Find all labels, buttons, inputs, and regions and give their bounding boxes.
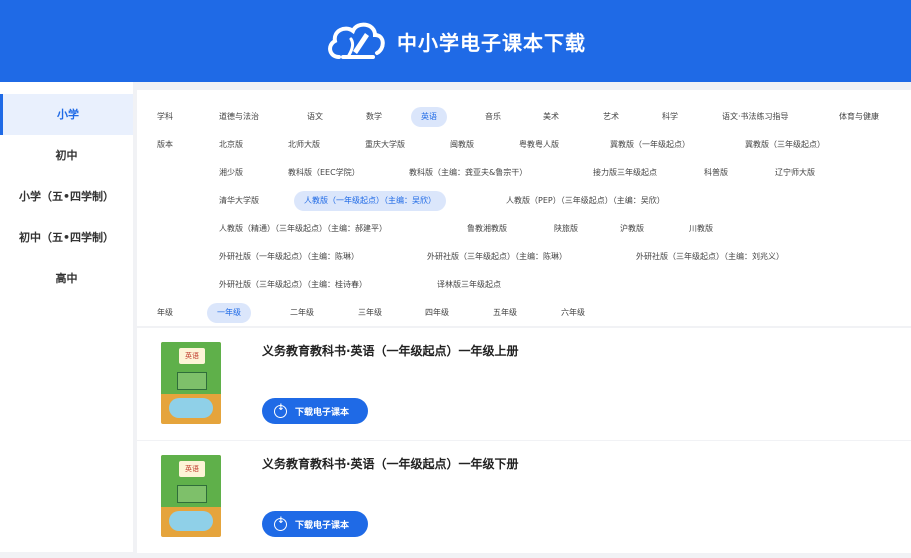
edition-chip[interactable]: 教科版（EEC学院） <box>278 163 370 183</box>
edition-chip[interactable]: 外研社版（三年级起点）（主编：刘兆义） <box>626 247 794 267</box>
edition-chip[interactable]: 北师大版 <box>278 135 330 155</box>
edition-chip[interactable]: 外研社版（三年级起点）（主编：桂诗春） <box>209 275 377 295</box>
edition-chip[interactable]: 北京版 <box>209 135 253 155</box>
cover-illustration <box>169 398 213 418</box>
main-content: 学科 道德与法治 语文 数学 英语 音乐 美术 艺术 科学 语文·书法练习指导 … <box>133 82 911 553</box>
download-button[interactable]: 下载电子课本 <box>262 398 368 424</box>
edition-chip-active[interactable]: 人教版（一年级起点）（主编：吴欣） <box>294 191 446 211</box>
edition-chip[interactable]: 冀教版（一年级起点） <box>600 135 700 155</box>
subject-chip[interactable]: 科学 <box>652 107 688 127</box>
edition-chip[interactable]: 外研社版（一年级起点）（主编：陈琳） <box>209 247 369 267</box>
edition-chip[interactable]: 人教版（PEP）（三年级起点）（主编：吴欣） <box>496 191 675 211</box>
subject-label: 学科 <box>157 112 173 121</box>
book-item: 英语 义务教育教科书·英语（一年级起点）一年级下册 下载电子课本 <box>137 441 911 553</box>
filter-panel: 学科 道德与法治 语文 数学 英语 音乐 美术 艺术 科学 语文·书法练习指导 … <box>137 90 911 326</box>
download-button-label: 下载电子课本 <box>295 520 350 531</box>
grade-chip[interactable]: 三年级 <box>348 303 392 323</box>
book-cover[interactable]: 英语 <box>161 342 221 424</box>
edition-chip[interactable]: 沪教版 <box>610 219 654 239</box>
subject-chip[interactable]: 数学 <box>356 107 392 127</box>
book-title[interactable]: 义务教育教科书·英语（一年级起点）一年级上册 <box>262 342 519 359</box>
cover-title: 英语 <box>179 348 205 364</box>
book-title[interactable]: 义务教育教科书·英语（一年级起点）一年级下册 <box>262 455 519 472</box>
edition-chip[interactable]: 教科版（主编：龚亚夫&鲁宗干） <box>399 163 537 183</box>
edition-chip[interactable]: 粤教粤人版 <box>509 135 569 155</box>
edition-chip[interactable]: 人教版（精通）（三年级起点）（主编：郝建平） <box>209 219 397 239</box>
book-item: 英语 义务教育教科书·英语（一年级起点）一年级上册 下载电子课本 <box>137 328 911 440</box>
edition-chip[interactable]: 科普版 <box>694 163 738 183</box>
sidebar-item-junior-54[interactable]: 初中（五•四学制） <box>0 217 133 258</box>
logo[interactable]: 中小学电子课本下载 <box>325 19 586 63</box>
grade-chip[interactable]: 二年级 <box>280 303 324 323</box>
edition-chip[interactable]: 川教版 <box>679 219 723 239</box>
download-circle-icon <box>274 403 287 418</box>
edition-chip[interactable]: 清华大学版 <box>209 191 269 211</box>
subject-chip[interactable]: 体育与健康 <box>829 107 889 127</box>
download-button[interactable]: 下载电子课本 <box>262 511 368 537</box>
edition-chip[interactable]: 接力版三年级起点 <box>583 163 667 183</box>
grade-chip[interactable]: 五年级 <box>483 303 527 323</box>
subject-chip[interactable]: 道德与法治 <box>209 107 269 127</box>
sidebar-item-primary-54[interactable]: 小学（五•四学制） <box>0 176 133 217</box>
sidebar-item-junior[interactable]: 初中 <box>0 135 133 176</box>
download-button-label: 下载电子课本 <box>295 407 350 418</box>
grade-chip-active[interactable]: 一年级 <box>207 303 251 323</box>
cloud-pen-logo-icon <box>328 22 385 59</box>
edition-label: 版本 <box>157 140 173 149</box>
edition-chip[interactable]: 外研社版（三年级起点）（主编：陈琳） <box>417 247 577 267</box>
subject-chip[interactable]: 艺术 <box>593 107 629 127</box>
edition-chip[interactable]: 湘少版 <box>209 163 253 183</box>
book-cover[interactable]: 英语 <box>161 455 221 537</box>
edition-chip[interactable]: 陕旅版 <box>544 219 588 239</box>
grade-chip[interactable]: 六年级 <box>551 303 595 323</box>
cover-box <box>177 372 207 390</box>
edition-chip[interactable]: 辽宁师大版 <box>765 163 825 183</box>
edition-chip[interactable]: 冀教版（三年级起点） <box>735 135 835 155</box>
grade-chip[interactable]: 四年级 <box>415 303 459 323</box>
sidebar-item-primary[interactable]: 小学 <box>0 94 133 135</box>
edition-chip[interactable]: 重庆大学版 <box>355 135 415 155</box>
site-header: 中小学电子课本下载 <box>0 0 911 82</box>
cover-title: 英语 <box>179 461 205 477</box>
subject-chip-english[interactable]: 英语 <box>411 107 447 127</box>
sidebar: 小学 初中 小学（五•四学制） 初中（五•四学制） 高中 <box>0 82 133 552</box>
cover-box <box>177 485 207 503</box>
subject-chip[interactable]: 音乐 <box>475 107 511 127</box>
edition-chip[interactable]: 闽教版 <box>440 135 484 155</box>
edition-chip[interactable]: 鲁教湘教版 <box>457 219 517 239</box>
cover-illustration <box>169 511 213 531</box>
edition-chip[interactable]: 译林版三年级起点 <box>427 275 511 295</box>
subject-chip[interactable]: 美术 <box>533 107 569 127</box>
sidebar-item-senior[interactable]: 高中 <box>0 258 133 299</box>
grade-label: 年级 <box>157 308 173 317</box>
download-circle-icon <box>274 516 287 531</box>
subject-chip[interactable]: 语文·书法练习指导 <box>712 107 799 127</box>
subject-chip[interactable]: 语文 <box>297 107 333 127</box>
site-title: 中小学电子课本下载 <box>397 30 586 55</box>
